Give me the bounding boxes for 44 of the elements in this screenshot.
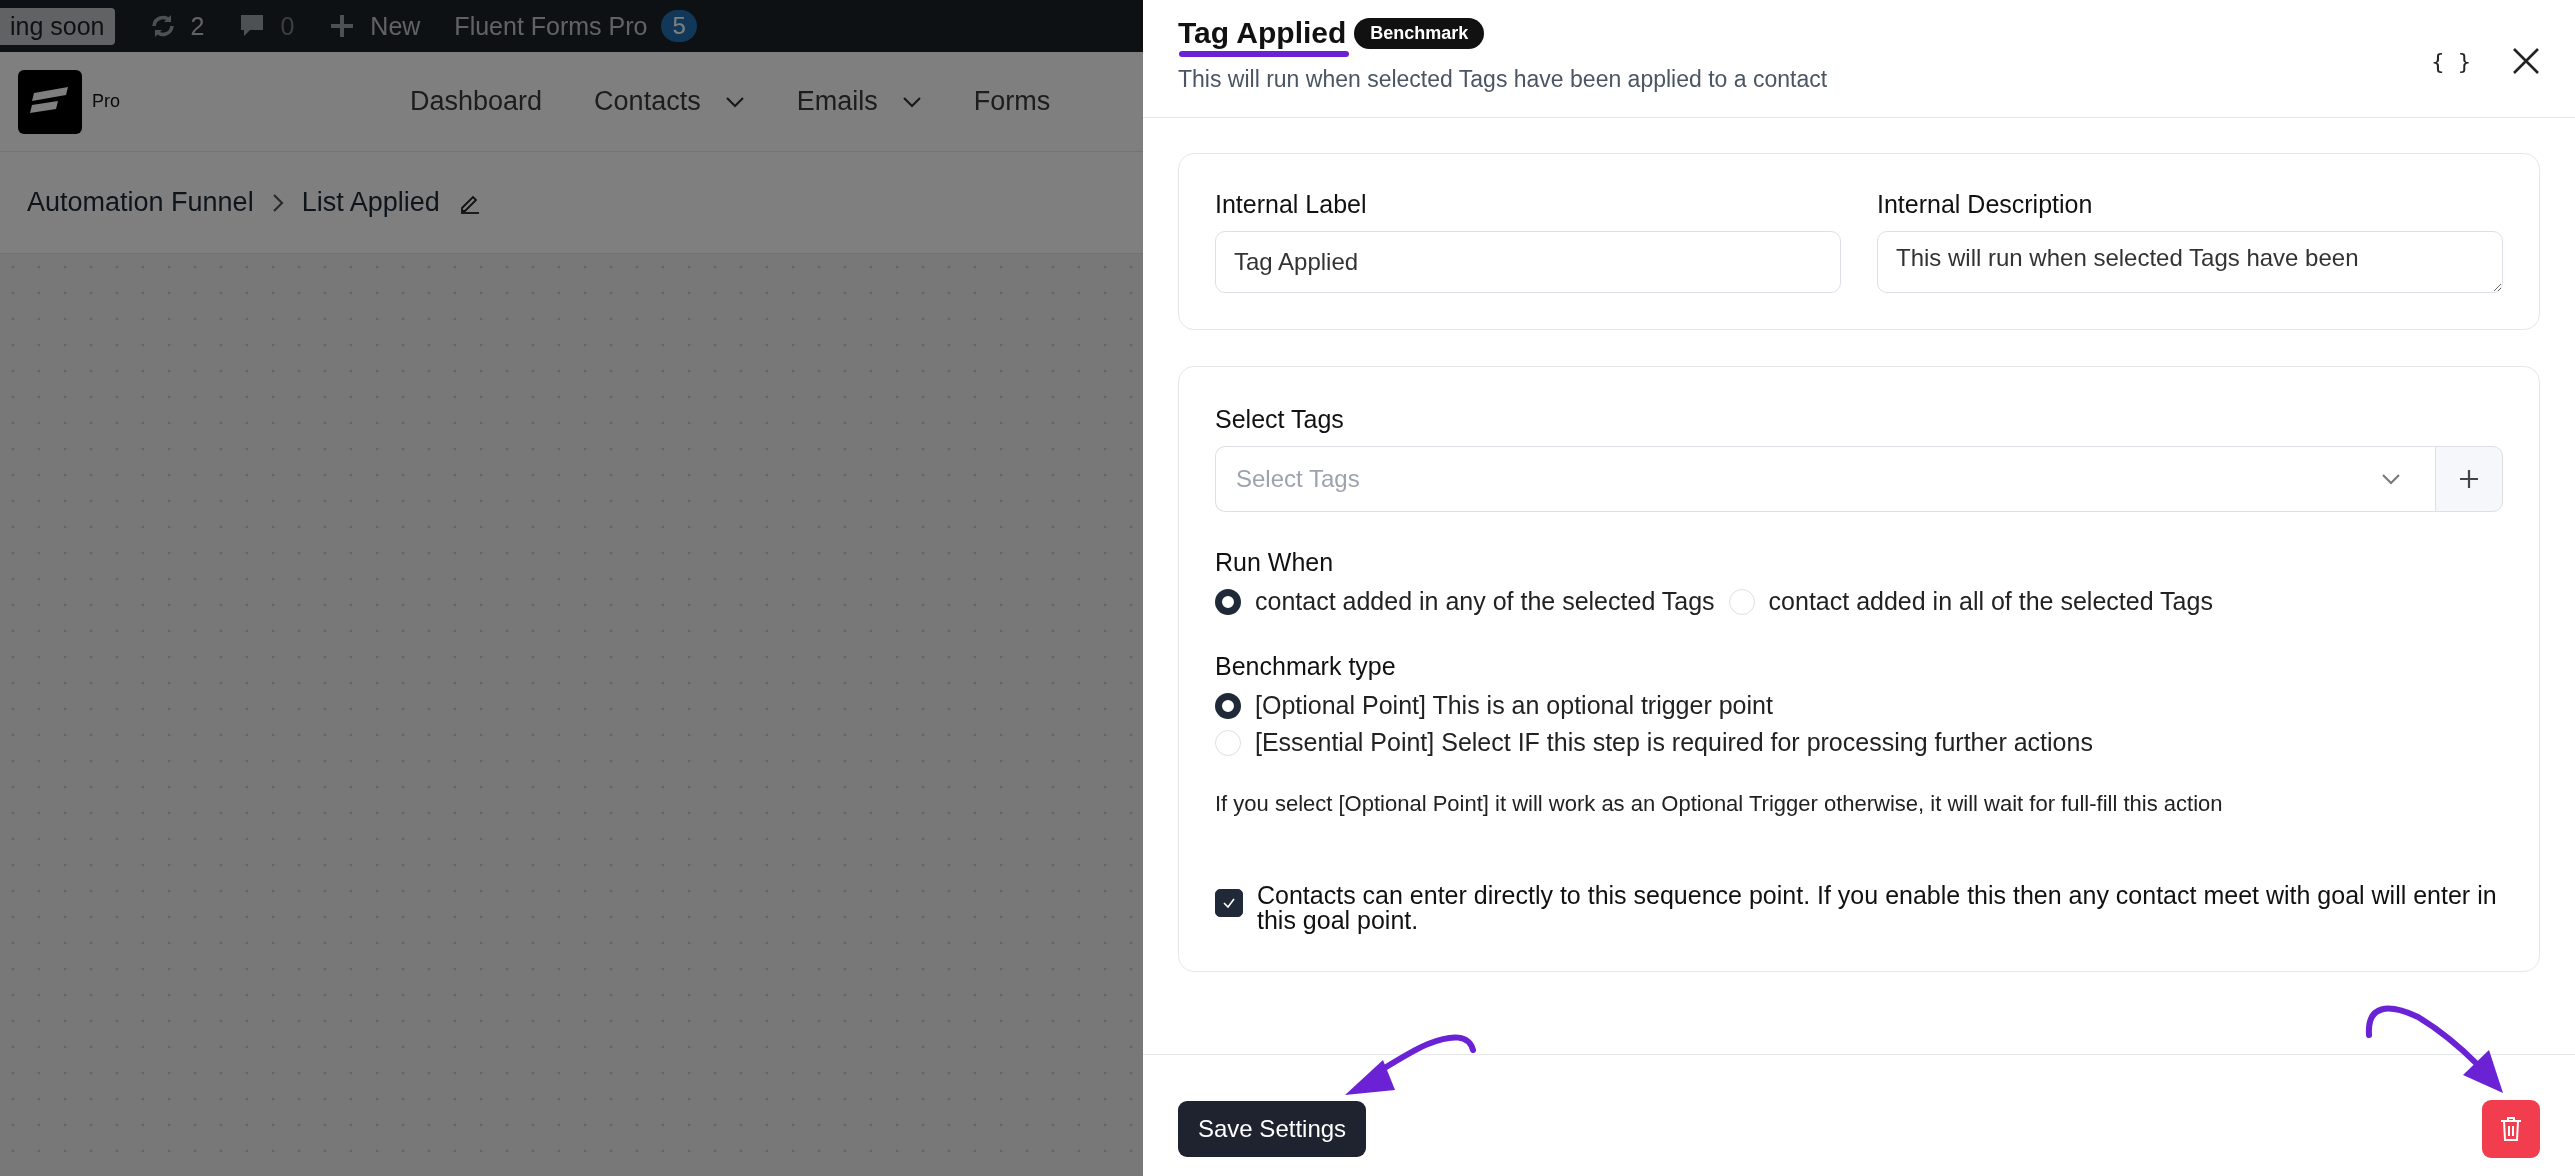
save-button[interactable]: Save Settings: [1178, 1100, 1367, 1157]
radio-label[interactable]: contact added in all of the selected Tags: [1768, 587, 2213, 616]
nav-link[interactable]: Dashboard: [410, 86, 543, 117]
code-button[interactable]: { }: [2431, 48, 2471, 74]
plus-icon: [2459, 469, 2479, 489]
logo-label: Pro: [92, 91, 120, 112]
drawer-title: Tag Applied: [1178, 16, 1347, 50]
type-badge: Benchmark: [1354, 17, 1485, 49]
select-field[interactable]: Select Tags: [1215, 446, 2435, 512]
chevron-down-icon[interactable]: [724, 95, 745, 108]
admin-bar-link[interactable]: Fluent Forms Pro: [454, 11, 648, 41]
admin-bar-link[interactable]: 2: [190, 11, 205, 41]
status-badge[interactable]: ing soon: [0, 7, 115, 45]
check-icon: [1222, 897, 1236, 909]
radio-button[interactable]: [1215, 588, 1241, 615]
help-text: If you select [Optional Point] it will work as an Optional Trigger otherwise, it will wait for full-fill this action: [1215, 791, 2224, 817]
nav-link[interactable]: Forms: [973, 86, 1051, 117]
chevron-right-icon: [271, 192, 284, 213]
field-label: Benchmark type: [1215, 652, 1397, 681]
chevron-down-icon[interactable]: [2381, 473, 2401, 485]
field-label: Internal Description: [1877, 190, 2094, 219]
radio-label[interactable]: contact added in any of the selected Tags: [1255, 587, 1715, 616]
radio-label[interactable]: [Optional Point] This is an optional trigger point: [1255, 691, 1773, 720]
checkbox-label[interactable]: Contacts can enter directly to this sequence point. If you enable this then any contact meet with goal will enter in this goal point.: [1257, 883, 2503, 933]
textarea-field[interactable]: This will run when selected Tags have been: [1877, 231, 2503, 293]
checkbox[interactable]: [1215, 889, 1243, 917]
drawer-subtitle: This will run when selected Tags have been applied to a contact: [1178, 66, 1828, 93]
nav-link[interactable]: Emails: [796, 86, 878, 117]
breadcrumb-current: List Applied: [301, 187, 440, 218]
logo-icon[interactable]: [18, 69, 82, 134]
admin-bar-link[interactable]: New: [370, 11, 421, 41]
nav-link[interactable]: Contacts: [594, 86, 701, 117]
count-badge: 5: [661, 10, 697, 42]
delete-button[interactable]: [2482, 1099, 2540, 1158]
chevron-down-icon[interactable]: [901, 95, 922, 108]
radio-label[interactable]: [Essential Point] Select IF this step is required for processing further actions: [1255, 728, 2093, 757]
input-field[interactable]: Tag Applied: [1215, 231, 1841, 293]
radio-button[interactable]: [1215, 692, 1241, 719]
close-icon[interactable]: [2511, 46, 2541, 76]
field-label: Select Tags: [1215, 405, 1345, 434]
breadcrumb-link[interactable]: Automation Funnel: [27, 187, 254, 218]
trash-icon: [2499, 1115, 2523, 1142]
field-label: Internal Label: [1215, 190, 1368, 219]
field-label: Run When: [1215, 548, 1335, 577]
